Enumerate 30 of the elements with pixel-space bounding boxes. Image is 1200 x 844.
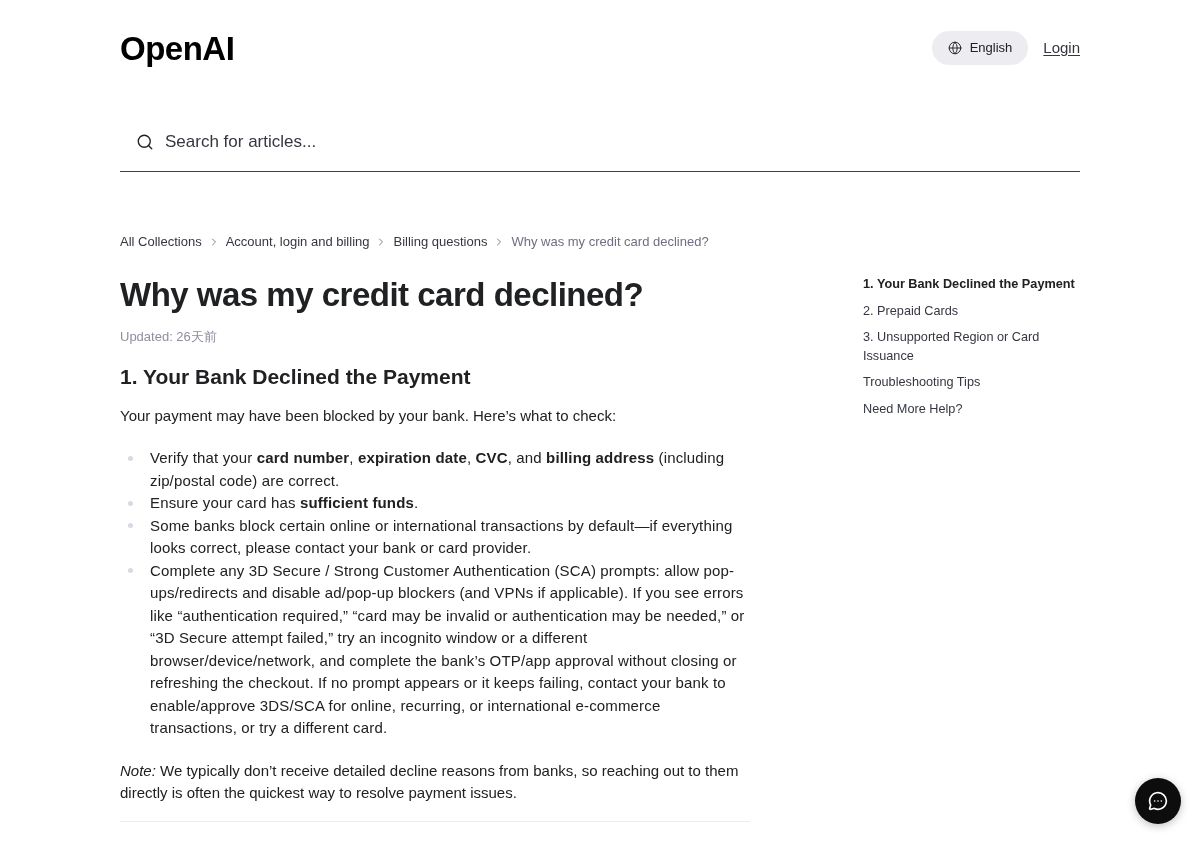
language-button[interactable]: English	[931, 31, 1029, 65]
login-link[interactable]: Login	[1043, 36, 1080, 60]
search-icon	[136, 132, 154, 151]
bullet-text: Verify that your card number, expiration date, CVC, and billing address (including zip/postal code) are correct.	[150, 448, 726, 491]
toc-link[interactable]: 2. Prepaid Cards	[863, 301, 1080, 320]
search-field[interactable]: Search for articles...	[165, 121, 1080, 162]
section-heading: 1. Your Bank Declined the Payment	[120, 364, 472, 390]
bullet-icon	[128, 500, 133, 506]
toc-link[interactable]: 3. Unsupported Region or Card Issuance	[863, 328, 1080, 365]
bullet-text: Ensure your card has sufficient funds.	[150, 493, 420, 513]
breadcrumb-link[interactable]: Account, login and billing	[225, 232, 370, 252]
bullet-text: Complete any 3D Secure / Strong Customer Authentication (SCA) prompts: allow pop-ups/redirects and disable ad/pop-up blockers (and VPNs if applicable). If you see errors like “authentication required,” “card may be invalid or authentication may be needed,” or “3D Secure attempt failed,” try an incognito window or a different browser/device/network, and complete the bank’s OTP/app approval without closing or refreshing the checkout. If no prompt appears or it keeps failing, contact your bank to enable/approve 3DS/SCA for online, recurring, or international e-commerce transactions, or try a different card.	[150, 560, 746, 738]
bullet-icon	[128, 523, 133, 529]
breadcrumb-link[interactable]: Billing questions	[393, 232, 488, 252]
bullet-text: Some banks block certain online or international transactions by default—if everything looks correct, please contact your bank or card provider.	[150, 515, 734, 558]
bullet-icon	[128, 568, 133, 574]
toc-link[interactable]: 1. Your Bank Declined the Payment	[863, 275, 1080, 294]
article-title: Why was my credit card declined?	[120, 275, 645, 315]
note-text: Note: We typically don’t receive detailed decline reasons from banks, so reaching out to them directly is often the quickest way to resolve payment issues.	[120, 760, 740, 803]
intro-text: Your payment may have been blocked by your bank. Here’s what to check:	[120, 406, 618, 426]
breadcrumb-link[interactable]: All Collections	[120, 232, 202, 252]
toc-link[interactable]: Need More Help?	[863, 399, 1080, 418]
chat-button[interactable]	[1135, 778, 1181, 824]
globe-icon	[947, 41, 962, 55]
updated-text: Updated: 26天前	[120, 328, 218, 346]
breadcrumb-current: Why was my credit card declined?	[511, 233, 709, 252]
bullet-icon	[128, 455, 133, 461]
chat-bubble-icon	[1148, 791, 1168, 811]
logo[interactable]: OpenAI	[120, 31, 235, 65]
toc-link[interactable]: Troubleshooting Tips	[863, 373, 1080, 392]
